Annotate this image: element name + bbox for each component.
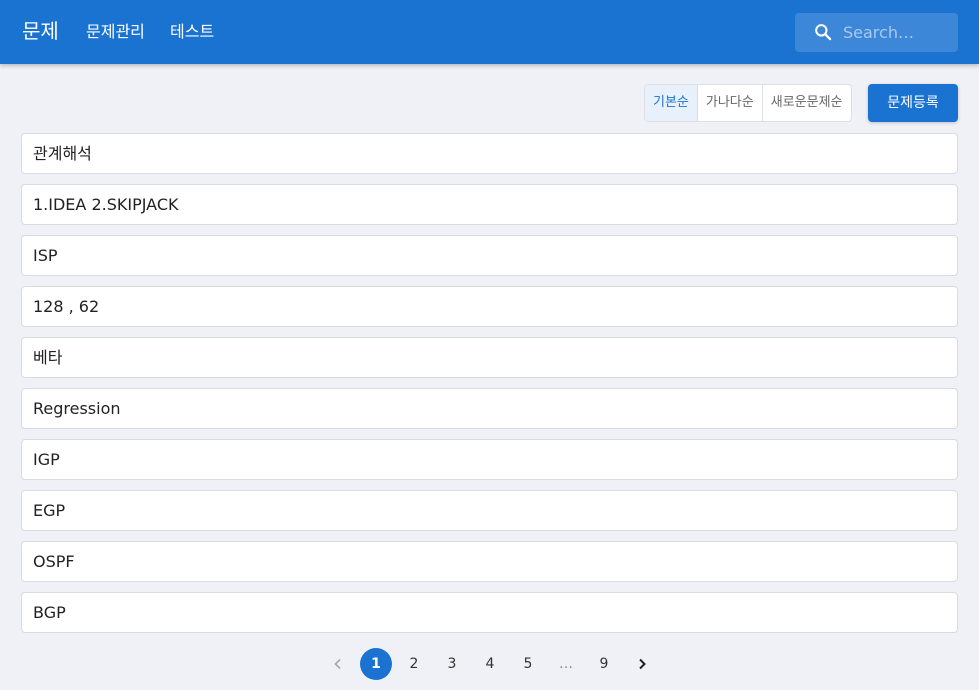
page-button-1[interactable]: 1 <box>360 648 392 680</box>
nav-link-test[interactable]: 테스트 <box>170 22 214 42</box>
search-icon <box>815 24 832 41</box>
page-button-4[interactable]: 4 <box>474 648 506 680</box>
question-item[interactable]: 128 , 62 <box>21 286 958 327</box>
sort-newest-button[interactable]: 새로운문제순 <box>763 85 851 121</box>
register-question-button[interactable]: 문제등록 <box>868 84 958 122</box>
question-item[interactable]: OSPF <box>21 541 958 582</box>
question-item[interactable]: EGP <box>21 490 958 531</box>
sort-default-button[interactable]: 기본순 <box>645 85 698 121</box>
question-item[interactable]: 관계해석 <box>21 133 958 174</box>
search-box[interactable] <box>795 13 958 52</box>
question-item[interactable]: 1.IDEA 2.SKIPJACK <box>21 184 958 225</box>
nav-link-question-management[interactable]: 문제관리 <box>86 22 145 42</box>
question-item[interactable]: Regression <box>21 388 958 429</box>
sort-alphabetical-button[interactable]: 가나다순 <box>698 85 763 121</box>
pagination: 1 2 3 4 5 … 9 <box>322 648 664 680</box>
question-item[interactable]: BGP <box>21 592 958 633</box>
page-button-5[interactable]: 5 <box>512 648 544 680</box>
sort-toggle-group: 기본순 가나다순 새로운문제순 <box>644 84 852 122</box>
question-item[interactable]: ISP <box>21 235 958 276</box>
page-button-9[interactable]: 9 <box>588 648 620 680</box>
app-title[interactable]: 문제 <box>22 19 59 43</box>
question-item[interactable]: IGP <box>21 439 958 480</box>
previous-page-button[interactable] <box>322 648 354 680</box>
search-input[interactable] <box>843 13 953 52</box>
question-item[interactable]: 베타 <box>21 337 958 378</box>
app-bar: 문제 문제관리 테스트 <box>0 0 979 64</box>
page-ellipsis: … <box>559 656 573 672</box>
next-page-button[interactable] <box>626 648 658 680</box>
list-toolbar: 기본순 가나다순 새로운문제순 문제등록 <box>644 84 958 122</box>
page-button-3[interactable]: 3 <box>436 648 468 680</box>
chevron-right-icon <box>639 658 646 670</box>
chevron-left-icon <box>334 658 341 670</box>
page-button-2[interactable]: 2 <box>398 648 430 680</box>
question-list: 관계해석 1.IDEA 2.SKIPJACK ISP 128 , 62 베타 R… <box>21 133 958 643</box>
